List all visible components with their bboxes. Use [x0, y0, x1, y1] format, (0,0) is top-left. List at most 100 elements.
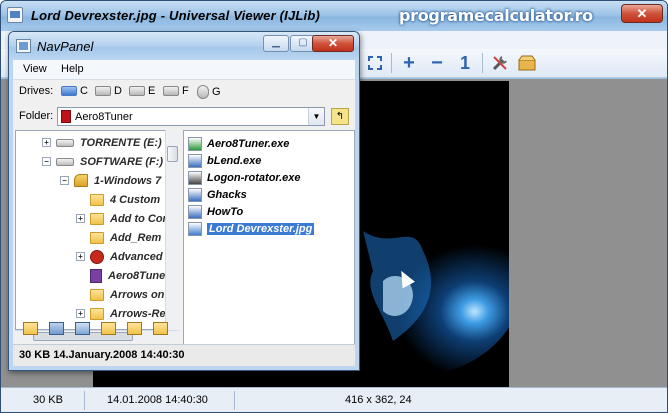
drive-icon — [61, 86, 77, 96]
tree-item[interactable]: + Advanced — [76, 247, 163, 266]
expand-toggle-icon[interactable]: − — [42, 157, 51, 166]
tree-item-label: SOFTWARE (F:) — [80, 155, 164, 168]
file-icon — [188, 187, 202, 202]
close-button[interactable]: ✕ — [621, 4, 663, 23]
folder-tree[interactable]: + TORRENTE (E:) − SOFTWARE (F:) − 1-Windows 7… — [15, 130, 179, 330]
file-item[interactable]: bLend.exe — [188, 152, 261, 169]
expand-toggle-icon[interactable]: − — [60, 176, 69, 185]
expand-toggle-icon[interactable]: + — [76, 252, 85, 261]
folder-icon — [90, 193, 104, 206]
pictures-icon[interactable] — [127, 322, 142, 335]
tree-item-label: Aero8Tuner — [108, 269, 170, 282]
tree-item[interactable]: Arrows on — [76, 285, 164, 304]
status-date: 14.01.2008 14:40:30 — [85, 390, 235, 410]
tree-scrollbar[interactable] — [165, 130, 179, 330]
file-item[interactable]: Lord Devrexster.jpg — [188, 220, 315, 237]
folder-icon[interactable] — [23, 322, 38, 335]
tree-item-label: TORRENTE (E:) — [80, 136, 162, 149]
actual-size-button[interactable]: 1 — [453, 52, 477, 74]
navpanel-close-button[interactable]: ✕ — [312, 35, 354, 52]
tree-item[interactable]: Aero8Tuner — [76, 266, 170, 285]
file-item[interactable]: Ghacks — [188, 186, 247, 203]
navpanel-titlebar[interactable]: NavPanel ▁ ▢ ✕ — [9, 32, 359, 60]
status-size: 30 KB — [1, 390, 85, 410]
package-icon[interactable] — [515, 52, 539, 74]
tree-item-label: Add_Rem — [110, 231, 162, 244]
file-icon — [188, 170, 202, 185]
drives-row: Drives: C D E F G — [13, 82, 355, 104]
tree-item[interactable]: + TORRENTE (E:) — [42, 133, 162, 152]
drive-icon — [129, 86, 145, 96]
folder-icon — [90, 249, 104, 264]
menu-view[interactable]: View — [23, 63, 47, 75]
quick-folders-bar — [13, 318, 355, 342]
file-label: HowTo — [207, 205, 244, 218]
drive-c[interactable]: C — [61, 85, 88, 97]
folder-up-icon[interactable]: ↰ — [331, 108, 349, 125]
zoom-out-button[interactable]: − — [425, 52, 449, 74]
folder-label: Folder: — [19, 110, 54, 122]
file-icon — [188, 153, 202, 168]
minimize-button[interactable]: ▁ — [263, 35, 289, 52]
file-icon — [188, 204, 202, 219]
navpanel-menubar: View Help — [13, 60, 355, 80]
documents-icon[interactable] — [101, 322, 116, 335]
navpanel-window: NavPanel ▁ ▢ ✕ View Help Drives: C D E F… — [8, 31, 360, 371]
menu-help[interactable]: Help — [61, 63, 84, 75]
expand-toggle-icon[interactable]: + — [42, 138, 51, 147]
zoom-in-button[interactable]: + — [397, 52, 421, 74]
chevron-down-icon[interactable]: ▼ — [308, 108, 324, 125]
navpanel-status: 30 KB 14.January.2008 14:40:30 — [13, 344, 355, 366]
tree-item-label: Advanced — [110, 250, 163, 263]
file-label: bLend.exe — [207, 154, 262, 167]
watermark: programecalculator.ro — [399, 6, 593, 25]
folder-icon — [90, 212, 104, 225]
window-title: Lord Devrexster.jpg - Universal Viewer (… — [31, 8, 321, 23]
folder-icon — [74, 174, 88, 187]
tools-icon[interactable] — [488, 52, 512, 74]
file-label: Logon-rotator.exe — [207, 171, 301, 184]
expand-toggle-icon[interactable]: + — [76, 214, 85, 223]
folder-icon — [90, 268, 102, 283]
file-icon — [188, 221, 202, 236]
drive-f[interactable]: F — [163, 85, 189, 97]
file-icon — [188, 136, 202, 151]
tree-item[interactable]: − 1-Windows 7 — [60, 171, 161, 190]
file-label: Lord Devrexster.jpg — [207, 222, 315, 235]
main-titlebar[interactable]: Lord Devrexster.jpg - Universal Viewer (… — [1, 1, 667, 31]
tree-item[interactable]: +Add to Context — [76, 209, 178, 228]
tree-item-label: Arrows on — [110, 288, 165, 301]
navpanel-title: NavPanel — [37, 39, 94, 54]
drive-icon — [95, 86, 111, 96]
folder-icon — [90, 231, 104, 244]
drive-g[interactable]: G — [197, 85, 221, 99]
file-item[interactable]: Aero8Tuner.exe — [188, 135, 289, 152]
toolbar-separator — [391, 53, 392, 73]
file-label: Aero8Tuner.exe — [207, 137, 290, 150]
drive-icon — [163, 86, 179, 96]
tree-item[interactable]: 4 Custom — [76, 190, 160, 209]
drive-d[interactable]: D — [95, 85, 122, 97]
folder-app-icon — [61, 110, 71, 123]
drive-icon — [56, 157, 74, 166]
file-item[interactable]: Logon-rotator.exe — [188, 169, 301, 186]
tree-item[interactable]: − SOFTWARE (F:) — [42, 152, 163, 171]
favorites-folder-icon[interactable] — [153, 322, 168, 335]
expand-toggle-icon[interactable]: + — [76, 309, 85, 318]
folder-dropdown[interactable]: Aero8Tuner ▼ — [57, 107, 325, 126]
toolbar-separator — [482, 53, 483, 73]
file-list[interactable]: Aero8Tuner.exe bLend.exe Logon-rotator.exe… — [183, 130, 355, 348]
desktop-icon[interactable] — [49, 322, 64, 335]
network-icon[interactable] — [75, 322, 90, 335]
folder-icon — [90, 288, 104, 301]
drive-e[interactable]: E — [129, 85, 155, 97]
folder-row: Folder: Aero8Tuner ▼ ↰ — [13, 104, 355, 130]
folder-value: Aero8Tuner — [75, 110, 133, 123]
fit-screen-icon[interactable] — [363, 52, 387, 74]
drives-label: Drives: — [19, 85, 54, 97]
tree-scroll-thumb[interactable] — [167, 146, 178, 162]
file-item[interactable]: HowTo — [188, 203, 243, 220]
tree-item[interactable]: Add_Rem — [76, 228, 161, 247]
navpanel-icon — [16, 39, 31, 53]
app-icon — [7, 7, 23, 23]
